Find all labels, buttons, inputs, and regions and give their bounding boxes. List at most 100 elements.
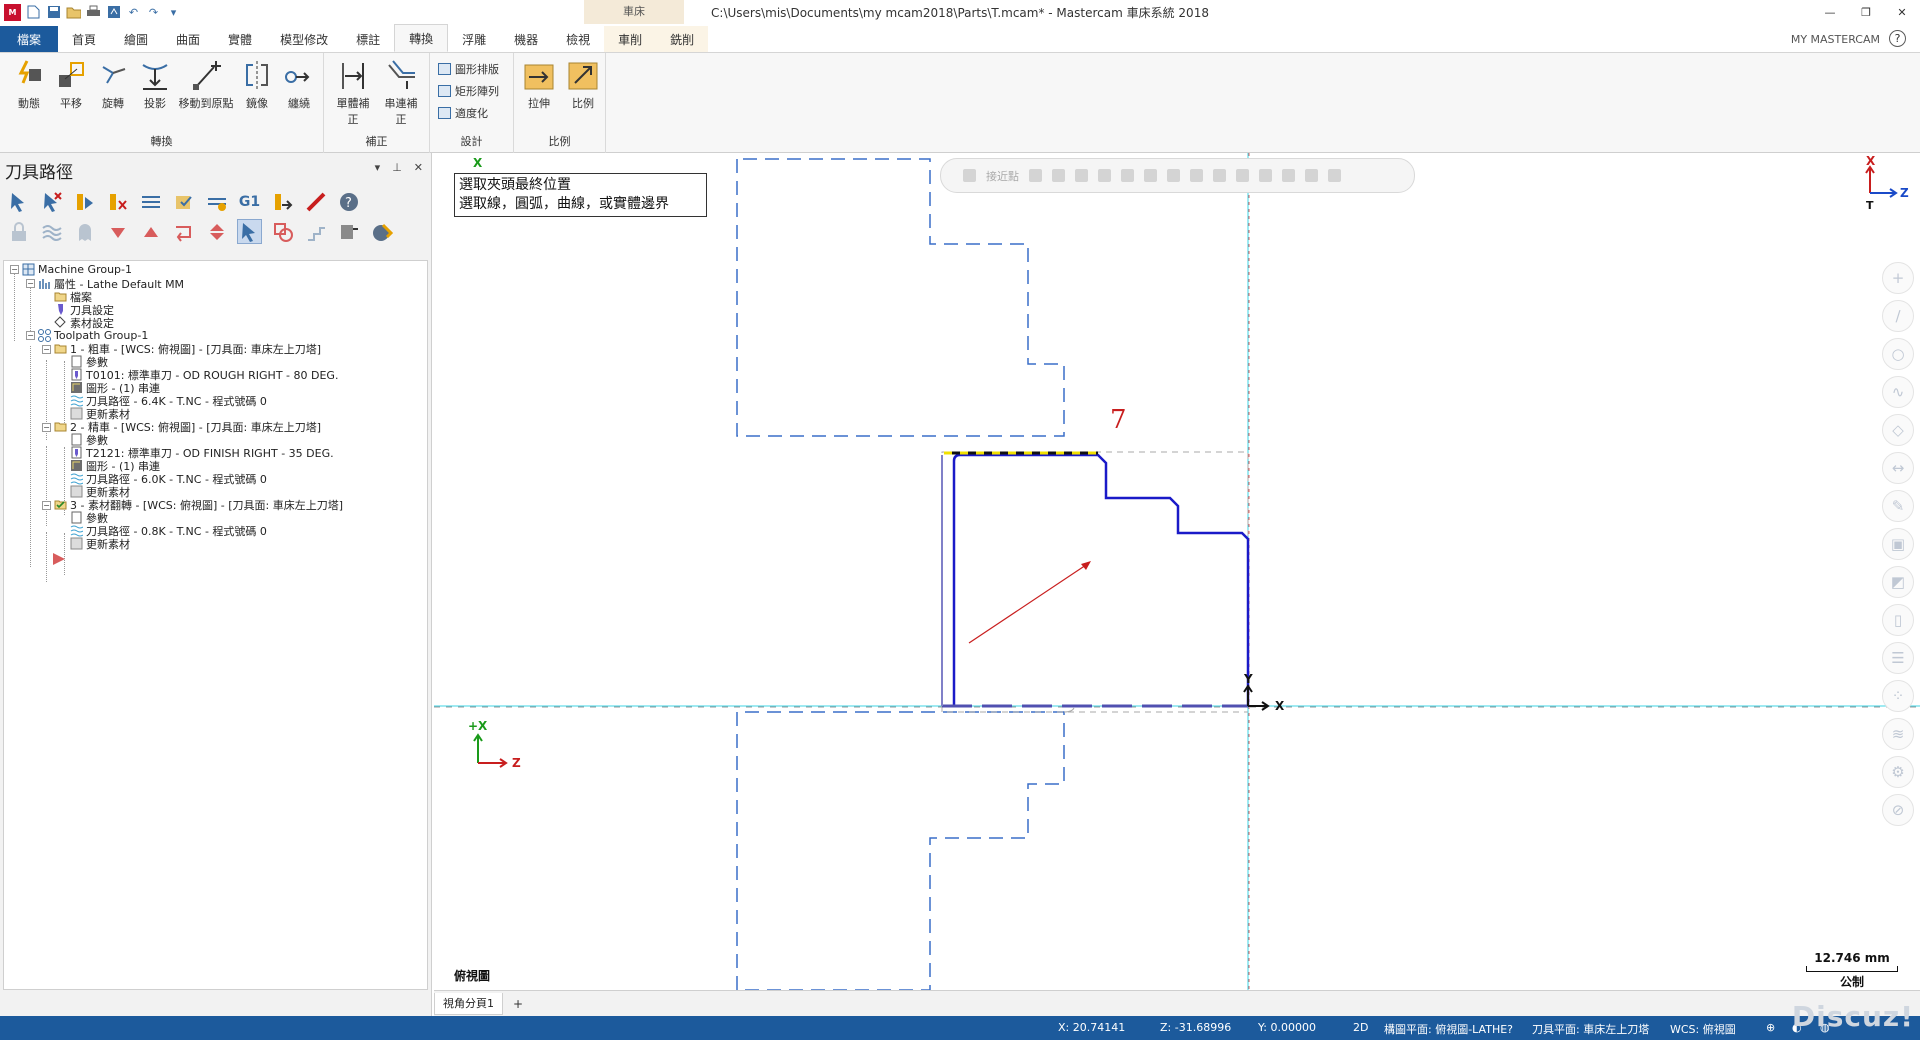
tab-file[interactable]: 檔案: [0, 26, 58, 52]
panel-close-icon[interactable]: ✕: [414, 161, 423, 174]
status-wcs[interactable]: WCS: 俯視圖: [1670, 1021, 1736, 1037]
stock-setup-icon[interactable]: [369, 219, 394, 244]
move-to-origin-button[interactable]: 移動到原點: [176, 59, 236, 111]
solid-icon[interactable]: ◇: [1882, 414, 1914, 446]
fit-button[interactable]: 適度化: [438, 105, 488, 121]
translate-button[interactable]: 平移: [50, 59, 92, 111]
viewsheet-tab-1[interactable]: 視角分頁1: [434, 992, 503, 1015]
regenerate-dirty-icon[interactable]: [105, 189, 130, 214]
graphics-viewport[interactable]: 7 X Y X C +X Z X Z T: [434, 153, 1920, 990]
panel-menu-icon[interactable]: ▾: [375, 161, 381, 174]
offset-chain-button[interactable]: 串連補正: [380, 59, 422, 127]
move-insert-arrow-icon[interactable]: [270, 189, 295, 214]
insert-arrow[interactable]: [52, 551, 65, 566]
snap-icon[interactable]: [1029, 169, 1042, 182]
minimize-icon[interactable]: —: [1812, 0, 1848, 24]
page-icon[interactable]: ▯: [1882, 604, 1914, 636]
simulate-icon[interactable]: [204, 189, 229, 214]
dynamic-button[interactable]: 動態: [8, 59, 50, 111]
dimension-icon[interactable]: ↔: [1882, 452, 1914, 484]
analysis-icon[interactable]: ⁘: [1882, 680, 1914, 712]
project-button[interactable]: 投影: [134, 59, 176, 111]
status-cplane[interactable]: 構圖平面: 俯視圖-LATHE?: [1384, 1021, 1513, 1037]
post-g1-icon[interactable]: G1: [237, 189, 262, 214]
toggle-display-icon[interactable]: [39, 219, 64, 244]
verify-icon[interactable]: [171, 189, 196, 214]
tab-transform[interactable]: 轉換: [394, 24, 449, 52]
settings-gear-icon[interactable]: ⚙: [1882, 756, 1914, 788]
tab-surfaces[interactable]: 曲面: [162, 26, 214, 52]
layers-icon[interactable]: ≋: [1882, 718, 1914, 750]
mirror-button[interactable]: 鏡像: [236, 59, 278, 111]
expand-toggle[interactable]: −: [42, 423, 51, 432]
box-icon[interactable]: ▣: [1882, 528, 1914, 560]
verify-select-icon[interactable]: [1259, 169, 1272, 182]
toggle-posting-icon[interactable]: [72, 219, 97, 244]
select-solid-icon[interactable]: [1098, 169, 1111, 182]
tab-home[interactable]: 首頁: [58, 26, 110, 52]
step-icon[interactable]: [303, 219, 328, 244]
select-face-icon[interactable]: [1121, 169, 1134, 182]
rotate-button[interactable]: 旋轉: [92, 59, 134, 111]
snap-settings-icon[interactable]: [1052, 169, 1065, 182]
chamfer-icon[interactable]: ◩: [1882, 566, 1914, 598]
scale-button[interactable]: 比例: [562, 59, 604, 111]
tab-model-prep[interactable]: 模型修改: [266, 26, 342, 52]
select-body-icon[interactable]: [1167, 169, 1180, 182]
pin-icon[interactable]: ⊥: [392, 161, 402, 174]
select-last-icon[interactable]: [1328, 169, 1341, 182]
tab-relief[interactable]: 浮雕: [448, 26, 500, 52]
expand-toggle[interactable]: −: [26, 331, 35, 340]
globe-icon[interactable]: ⊕: [1766, 1021, 1775, 1034]
highfeed-icon[interactable]: [303, 189, 328, 214]
cad-canvas[interactable]: 7 X Y X C +X Z X Z T: [434, 153, 1920, 990]
lock-icon[interactable]: [6, 219, 31, 244]
expand-toggle[interactable]: −: [42, 345, 51, 354]
print-icon[interactable]: [86, 5, 101, 20]
tab-wireframe[interactable]: 繪圖: [110, 26, 162, 52]
circle-icon[interactable]: ○: [1882, 338, 1914, 370]
status-tplane[interactable]: 刀具平面: 車床左上刀塔: [1532, 1021, 1649, 1037]
save-as-icon[interactable]: [106, 5, 121, 20]
list-icon[interactable]: ☰: [1882, 642, 1914, 674]
nesting-button[interactable]: 圖形排版: [438, 61, 499, 77]
unselect-icon[interactable]: [1305, 169, 1318, 182]
insert-after-icon[interactable]: [171, 219, 196, 244]
move-down-icon[interactable]: [105, 219, 130, 244]
tab-solids[interactable]: 實體: [214, 26, 266, 52]
expand-toggle[interactable]: −: [26, 279, 35, 288]
select-failed-ops-icon[interactable]: [39, 189, 64, 214]
tab-turning[interactable]: 車削: [604, 26, 657, 52]
expand-toggle[interactable]: −: [42, 501, 51, 510]
redo-icon[interactable]: ↷: [146, 5, 161, 20]
expand-toggle[interactable]: −: [10, 265, 19, 274]
tab-machine[interactable]: 機器: [500, 26, 552, 52]
tab-view[interactable]: 檢視: [552, 26, 604, 52]
regenerate-ops-icon[interactable]: [72, 189, 97, 214]
cancel-icon[interactable]: ⊘: [1882, 794, 1914, 826]
line-icon[interactable]: ∕: [1882, 300, 1914, 332]
spline-icon[interactable]: ∿: [1882, 376, 1914, 408]
restore-icon[interactable]: ❐: [1848, 0, 1884, 24]
wrap-button[interactable]: 纏繞: [278, 59, 320, 111]
qat-dropdown-icon[interactable]: ▾: [166, 5, 181, 20]
new-file-icon[interactable]: [26, 5, 41, 20]
status-mode[interactable]: 2D: [1353, 1021, 1368, 1034]
stock-model-icon[interactable]: [270, 219, 295, 244]
open-folder-icon[interactable]: [66, 5, 81, 20]
stretch-button[interactable]: 拉伸: [518, 59, 560, 111]
clear-select-icon[interactable]: [1282, 169, 1295, 182]
scroll-to-insert-icon[interactable]: [204, 219, 229, 244]
backplot-icon[interactable]: [138, 189, 163, 214]
panel-help-icon[interactable]: ?: [336, 189, 361, 214]
move-up-icon[interactable]: [138, 219, 163, 244]
window-select-icon[interactable]: [1236, 169, 1249, 182]
select-all-ops-icon[interactable]: [6, 189, 31, 214]
select-loop-icon[interactable]: [1190, 169, 1203, 182]
close-icon[interactable]: ✕: [1884, 0, 1920, 24]
tree-op3-stock[interactable]: 更新素材: [70, 536, 130, 551]
trim-icon[interactable]: ✎: [1882, 490, 1914, 522]
save-icon[interactable]: [46, 5, 61, 20]
autocursor-label[interactable]: 接近點: [986, 168, 1019, 184]
offset-entity-button[interactable]: 單體補正: [332, 59, 374, 127]
